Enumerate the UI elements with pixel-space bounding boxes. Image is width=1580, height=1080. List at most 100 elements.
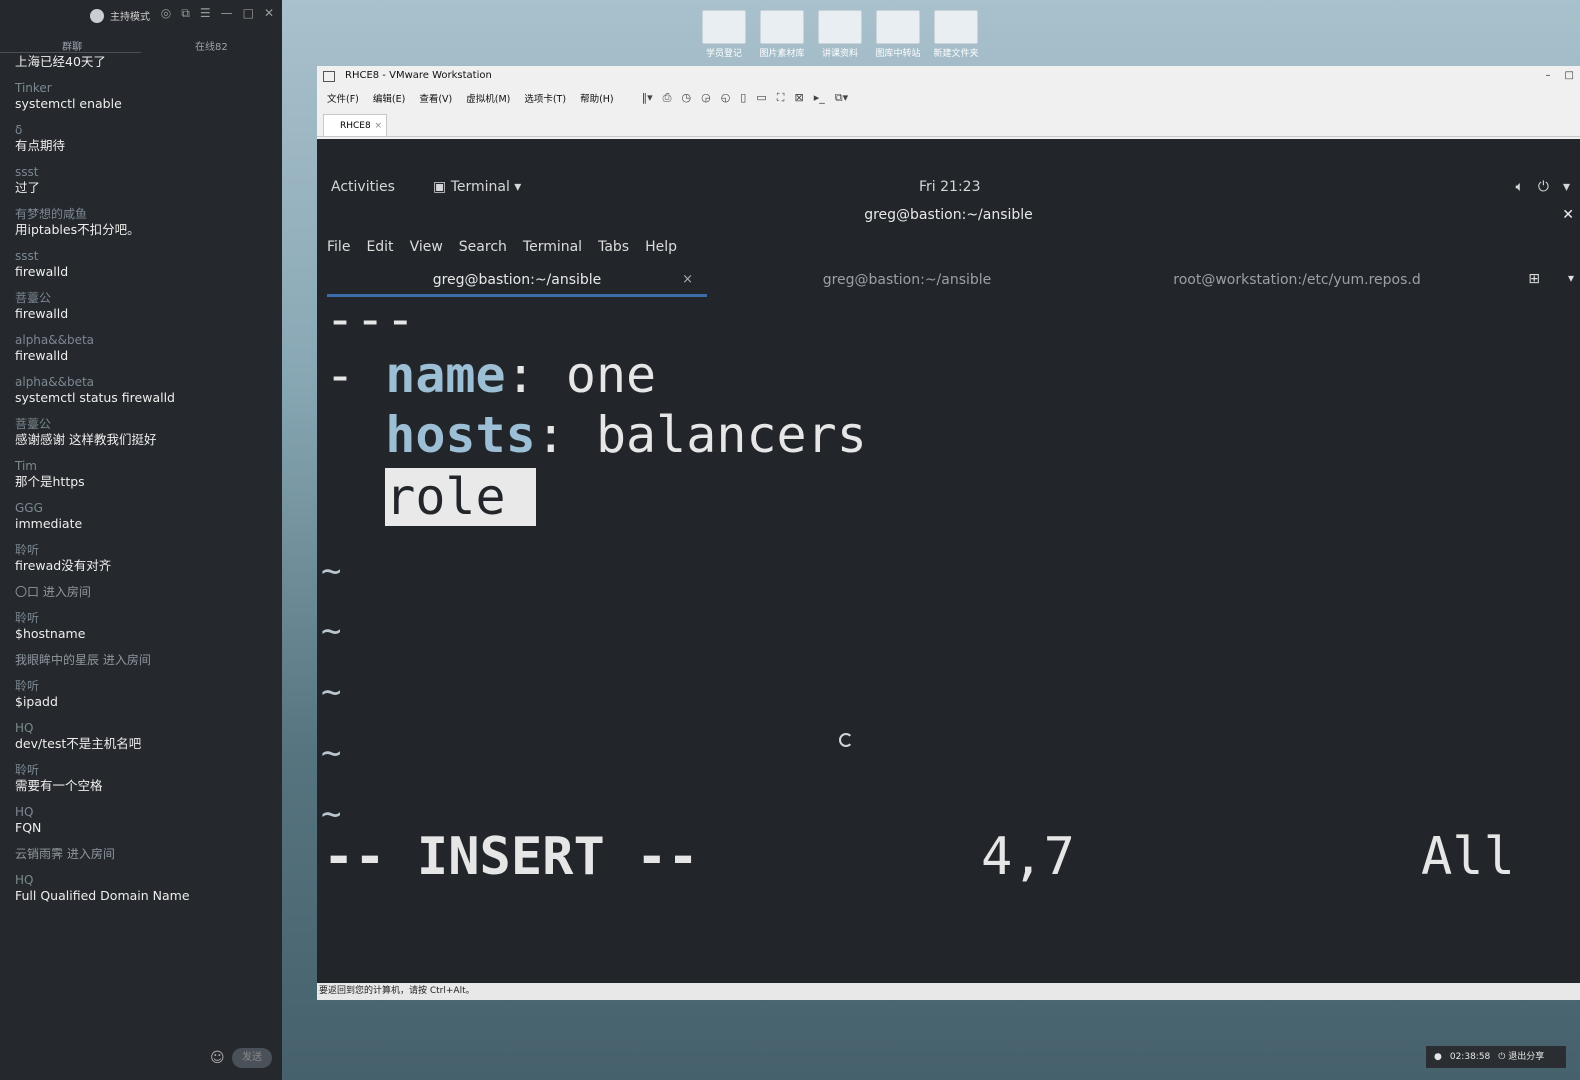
new-tab-icon[interactable]: ⊞ xyxy=(1528,271,1540,287)
vm-maximize-icon[interactable]: □ xyxy=(1565,66,1574,86)
folder-icon xyxy=(702,10,746,44)
message-author[interactable]: 菩薹公 xyxy=(15,416,267,432)
message-author[interactable]: 聆听 xyxy=(15,610,267,626)
term-menu-file[interactable]: File xyxy=(327,239,350,255)
message-list[interactable]: 上海已经40天了 Tinker systemctl enable δ 有点期待 ssst 过… xyxy=(0,54,282,904)
menu-help[interactable]: 帮助(H) xyxy=(580,91,614,105)
minimize-icon[interactable]: — xyxy=(221,6,233,21)
chat-panel: 主持模式 ◎ ⧉ ☰ — □ ✕ 群聊 在线82 上海已经40天了 Tinker s… xyxy=(0,0,282,1080)
message-author[interactable]: 有梦想的咸鱼 xyxy=(15,206,267,222)
message-author[interactable]: HQ xyxy=(15,720,267,736)
terminal-app-menu[interactable]: ▣ Terminal ▾ xyxy=(433,179,521,195)
avatar-icon xyxy=(90,8,104,23)
send-keys-icon[interactable]: ⎙ xyxy=(663,91,672,105)
snapshot-restore-icon[interactable]: ◶ xyxy=(701,91,711,105)
message-author[interactable]: GGG xyxy=(15,500,267,516)
message-text: systemctl status firewalld xyxy=(15,390,175,405)
term-menu-tabs[interactable]: Tabs xyxy=(598,239,629,255)
message-author[interactable]: alpha&&beta xyxy=(15,332,267,348)
message-author[interactable]: 聆听 xyxy=(15,542,267,558)
terminal-menubar: File Edit View Search Terminal Tabs Help xyxy=(317,231,1580,263)
guest-screen[interactable]: Activities ▣ Terminal ▾ Fri 21:23 🔈︎ ⏻ ▾… xyxy=(317,139,1580,983)
vm-minimize-icon[interactable]: – xyxy=(1546,66,1551,86)
tab-group-chat[interactable]: 群聊 xyxy=(62,38,82,53)
message-author[interactable]: HQ xyxy=(15,804,267,820)
desktop-shortcut-label: 图片素材库 xyxy=(759,49,805,59)
console-icon[interactable]: ▸_ xyxy=(814,91,825,105)
settings-icon[interactable]: ◎ xyxy=(161,6,171,21)
empty-line-marker: ~ xyxy=(321,672,342,712)
library-icon[interactable]: ▯ xyxy=(740,91,746,105)
chat-message: 菩薹公 firewalld xyxy=(15,290,267,322)
desktop-shortcut[interactable]: 新建文件夹 xyxy=(928,10,984,59)
message-author[interactable]: Tim xyxy=(15,458,267,474)
snapshot-manager-icon[interactable]: ◵ xyxy=(721,91,731,105)
message-author[interactable]: ssst xyxy=(15,164,267,180)
message-author[interactable]: HQ xyxy=(15,872,267,888)
menu-icon[interactable]: ☰ xyxy=(200,6,211,21)
vm-tab-close-icon[interactable]: × xyxy=(374,115,382,137)
message-author[interactable]: 菩薹公 xyxy=(15,290,267,306)
view-options-icon[interactable]: ⧉▾ xyxy=(835,91,848,105)
fullscreen-icon[interactable]: ⛶ xyxy=(777,91,785,105)
term-menu-search[interactable]: Search xyxy=(459,239,507,255)
tabs-dropdown-icon[interactable]: ▾ xyxy=(1568,271,1574,285)
host-mode[interactable]: 主持模式 xyxy=(90,8,150,23)
terminal-window-title: greg@bastion:~/ansible xyxy=(864,207,1033,223)
term-menu-edit[interactable]: Edit xyxy=(366,239,393,255)
thumbnail-icon[interactable]: ▭ xyxy=(756,91,766,105)
chat-message: GGG immediate xyxy=(15,500,267,532)
unity-icon[interactable]: ⊠ xyxy=(794,91,803,105)
message-text: FQN xyxy=(15,820,42,835)
message-author[interactable]: ssst xyxy=(15,248,267,264)
clock[interactable]: Fri 21:23 xyxy=(919,179,980,195)
emoji-icon[interactable]: ☺ xyxy=(210,1050,225,1066)
terminal-close-icon[interactable]: ✕ xyxy=(1562,199,1574,231)
desktop-shortcut[interactable]: 讲课资料 xyxy=(812,10,868,59)
tab-online[interactable]: 在线82 xyxy=(195,38,228,53)
chat-message: HQ dev/test不是主机名吧 xyxy=(15,720,267,752)
terminal-tab-2[interactable]: greg@bastion:~/ansible xyxy=(712,263,1102,297)
tab-close-icon[interactable]: × xyxy=(682,263,693,297)
menu-tabs[interactable]: 选项卡(T) xyxy=(524,91,566,105)
send-button[interactable]: 发送 xyxy=(232,1048,272,1068)
scroll-position: All xyxy=(1421,827,1515,887)
menu-file[interactable]: 文件(F) xyxy=(327,91,359,105)
val-name: : one xyxy=(505,346,657,404)
term-menu-terminal[interactable]: Terminal xyxy=(523,239,582,255)
exit-share-button[interactable]: ⏻ 退出分享 xyxy=(1498,1046,1544,1068)
chat-message: 上海已经40天了 xyxy=(15,54,267,70)
chat-message: 有梦想的咸鱼 用iptables不扣分吧。 xyxy=(15,206,267,238)
system-menu[interactable]: 🔈︎ ⏻ ▾ xyxy=(1515,179,1570,195)
term-menu-help[interactable]: Help xyxy=(645,239,677,255)
message-author[interactable]: δ xyxy=(15,122,267,138)
vm-tab-rhce8[interactable]: RHCE8 × xyxy=(323,114,387,136)
message-author[interactable]: Tinker xyxy=(15,80,267,96)
menu-edit[interactable]: 编辑(E) xyxy=(373,91,405,105)
vim-editor[interactable]: --- - name: one hosts: balancers role ~ … xyxy=(317,290,1580,983)
desktop-shortcut[interactable]: 图库中转站 xyxy=(870,10,926,59)
terminal-titlebar: greg@bastion:~/ansible ✕ xyxy=(317,199,1580,231)
close-icon[interactable]: ✕ xyxy=(264,6,274,21)
system-message: 云销雨霁 进入房间 xyxy=(15,846,267,862)
desktop-shortcut[interactable]: 图片素材库 xyxy=(754,10,810,59)
line-3: hosts: balancers xyxy=(325,405,867,465)
terminal-tab-3[interactable]: root@workstation:/etc/yum.repos.d xyxy=(1102,263,1492,297)
message-author[interactable]: 聆听 xyxy=(15,678,267,694)
snapshot-icon[interactable]: ◷ xyxy=(681,91,691,105)
term-menu-view[interactable]: View xyxy=(410,239,443,255)
message-author[interactable]: 聆听 xyxy=(15,762,267,778)
maximize-icon[interactable]: □ xyxy=(243,6,254,21)
message-author[interactable]: alpha&&beta xyxy=(15,374,267,390)
activities-button[interactable]: Activities xyxy=(331,179,395,195)
menu-view[interactable]: 查看(V) xyxy=(419,91,452,105)
chat-message: Tinker systemctl enable xyxy=(15,80,267,112)
line-4-text: role xyxy=(385,468,536,526)
pause-icon[interactable]: ‖▾ xyxy=(642,91,653,105)
empty-line-marker: ~ xyxy=(321,733,342,773)
popout-icon[interactable]: ⧉ xyxy=(181,6,190,21)
desktop-shortcut[interactable]: 学员登记 xyxy=(696,10,752,59)
message-text: systemctl enable xyxy=(15,96,122,111)
folder-icon xyxy=(876,10,920,44)
menu-vm[interactable]: 虚拟机(M) xyxy=(466,91,510,105)
